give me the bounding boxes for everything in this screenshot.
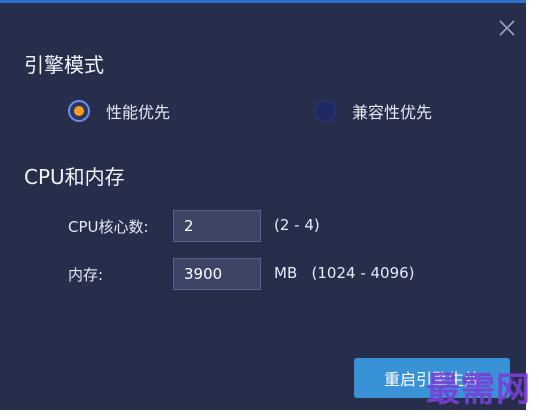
restart-engine-button[interactable]: 重启引擎生效 [354,358,510,398]
close-icon[interactable] [496,17,518,39]
radio-performance-first[interactable]: 性能优先 [68,99,170,123]
radio-unselected-icon [314,100,336,122]
radio-compatibility-first[interactable]: 兼容性优先 [314,99,432,123]
cpu-cores-range-hint: (2 - 4) [274,216,320,234]
cpu-cores-input[interactable] [173,210,261,242]
engine-mode-title: 引擎模式 [24,53,104,77]
radio-selected-icon [68,100,90,122]
memory-input[interactable] [173,258,261,290]
memory-label: 内存: [68,266,104,284]
radio-compatibility-label: 兼容性优先 [352,103,433,122]
cpu-memory-title: CPU和内存 [24,165,125,189]
cpu-cores-label: CPU核心数: [68,218,149,236]
engine-settings-dialog: 引擎模式 性能优先 兼容性优先 CPU和内存 CPU核心数: (2 - 4) 内… [0,0,526,410]
memory-range-hint: MB (1024 - 4096) [274,264,415,282]
radio-performance-label: 性能优先 [106,103,171,122]
